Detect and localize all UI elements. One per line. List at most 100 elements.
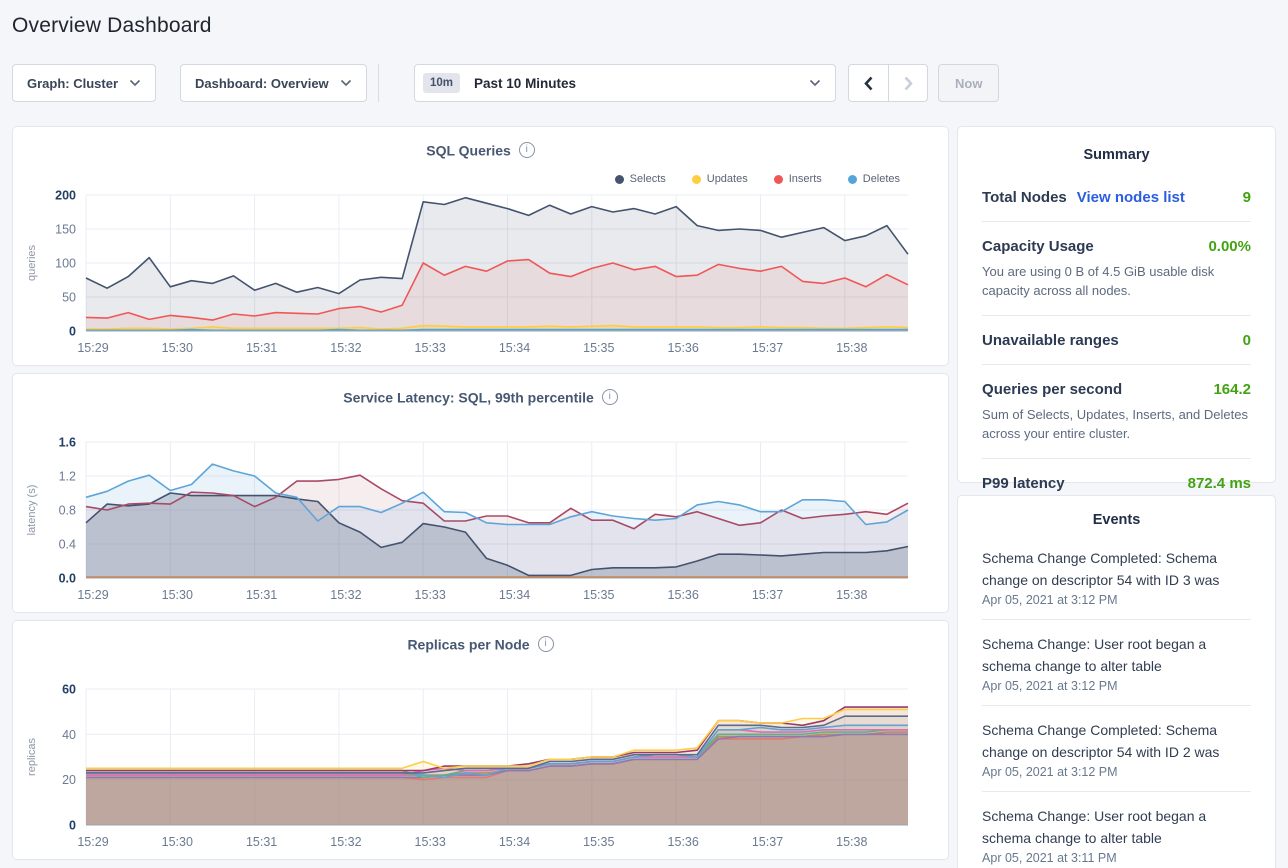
chevron-left-icon xyxy=(864,76,873,91)
x-tick-labels: 15:2915:3015:3115:3215:3315:3415:3515:36… xyxy=(77,341,867,355)
y-tick-labels: 0.00.40.81.21.6 xyxy=(59,436,76,586)
graph-dropdown[interactable]: Graph: Cluster xyxy=(12,64,156,102)
summary-row-value: 872.4 ms xyxy=(1188,475,1251,492)
event-item[interactable]: Schema Change: User root began a schema … xyxy=(982,620,1251,706)
dashboard-dropdown[interactable]: Dashboard: Overview xyxy=(180,64,367,102)
sidebar-column: Summary Total NodesView nodes list9Capac… xyxy=(957,126,1276,868)
chart-replicas-per-node[interactable]: 020406015:2915:3015:3115:3215:3315:3415:… xyxy=(13,677,949,860)
summary-row-label: Total Nodes xyxy=(982,189,1067,206)
svg-text:15:32: 15:32 xyxy=(330,835,361,849)
svg-text:15:32: 15:32 xyxy=(330,588,361,602)
svg-text:100: 100 xyxy=(55,257,76,271)
svg-text:15:31: 15:31 xyxy=(246,341,277,355)
summary-row-value: 164.2 xyxy=(1213,381,1251,398)
summary-row: Queries per second 164.2 Sum of Selects, U… xyxy=(982,365,1251,459)
events-title: Events xyxy=(982,512,1251,528)
event-timestamp: Apr 05, 2021 at 3:12 PM xyxy=(982,679,1251,693)
svg-text:1.2: 1.2 xyxy=(59,470,76,484)
time-range-label: Past 10 Minutes xyxy=(474,76,809,91)
svg-text:15:29: 15:29 xyxy=(77,341,108,355)
summary-row-label: Queries per second xyxy=(982,381,1122,398)
graph-dropdown-label: Graph: Cluster xyxy=(27,76,119,91)
svg-text:0.0: 0.0 xyxy=(59,572,76,586)
events-panel: Events Schema Change Completed: Schema c… xyxy=(957,495,1276,868)
summary-row-description: You are using 0 B of 4.5 GiB usable disk… xyxy=(982,262,1251,300)
svg-text:15:35: 15:35 xyxy=(583,341,614,355)
time-range-badge: 10m xyxy=(423,73,460,93)
chart-header: SQL Queriesi xyxy=(13,141,948,158)
x-tick-labels: 15:2915:3015:3115:3215:3315:3415:3515:36… xyxy=(77,835,867,849)
svg-text:15:33: 15:33 xyxy=(415,835,446,849)
svg-text:15:37: 15:37 xyxy=(752,588,783,602)
svg-text:15:30: 15:30 xyxy=(162,588,193,602)
page-title: Overview Dashboard xyxy=(12,14,1276,38)
summary-row-description: Sum of Selects, Updates, Inserts, and De… xyxy=(982,405,1251,443)
svg-text:15:38: 15:38 xyxy=(836,835,867,849)
svg-text:50: 50 xyxy=(62,291,76,305)
chart-panel-sql-queries: SQL Queriesi SelectsUpdatesInsertsDelete… xyxy=(12,126,949,366)
summary-row-label: P99 latency xyxy=(982,475,1065,492)
view-nodes-list-link[interactable]: View nodes list xyxy=(1077,189,1185,206)
chart-panel-replicas-per-node: Replicas per Nodei 020406015:2915:3015:3… xyxy=(12,620,949,860)
svg-text:1.6: 1.6 xyxy=(59,436,76,450)
time-prev-button[interactable] xyxy=(849,65,888,101)
info-icon[interactable]: i xyxy=(538,636,554,652)
event-list: Schema Change Completed: Schema change o… xyxy=(982,534,1251,868)
chart-canvas: 020406015:2915:3015:3115:3215:3315:3415:… xyxy=(13,677,949,860)
chart-panel-service-latency: Service Latency: SQL, 99th percentilei 0… xyxy=(12,373,949,613)
chart-header: Service Latency: SQL, 99th percentilei xyxy=(13,388,948,405)
svg-text:15:29: 15:29 xyxy=(77,588,108,602)
svg-text:200: 200 xyxy=(55,189,76,203)
svg-text:15:34: 15:34 xyxy=(499,588,530,602)
svg-text:15:35: 15:35 xyxy=(583,588,614,602)
now-button[interactable]: Now xyxy=(938,64,999,102)
svg-text:15:33: 15:33 xyxy=(415,588,446,602)
time-step-buttons xyxy=(848,64,928,102)
toolbar: Graph: Cluster Dashboard: Overview 10m P… xyxy=(12,64,1276,102)
chart-service-latency[interactable]: 0.00.40.81.21.615:2915:3015:3115:3215:33… xyxy=(13,430,949,613)
event-text: Schema Change Completed: Schema change o… xyxy=(982,719,1251,763)
y-tick-labels: 050100150200 xyxy=(55,189,76,339)
y-axis-label: latency (s) xyxy=(26,485,38,536)
chevron-down-icon xyxy=(809,79,821,87)
info-icon[interactable]: i xyxy=(602,389,618,405)
svg-text:0: 0 xyxy=(69,819,76,833)
svg-text:15:30: 15:30 xyxy=(162,341,193,355)
time-next-button[interactable] xyxy=(888,65,927,101)
svg-text:0.8: 0.8 xyxy=(59,504,76,518)
summary-row: Capacity Usage0.00%You are using 0 B of … xyxy=(982,222,1251,316)
svg-text:15:30: 15:30 xyxy=(162,835,193,849)
summary-panel: Summary Total NodesView nodes list9Capac… xyxy=(957,126,1276,483)
svg-text:150: 150 xyxy=(55,223,76,237)
x-tick-labels: 15:2915:3015:3115:3215:3315:3415:3515:36… xyxy=(77,588,867,602)
chevron-right-icon xyxy=(904,76,913,91)
svg-text:15:29: 15:29 xyxy=(77,835,108,849)
svg-text:20: 20 xyxy=(62,773,76,787)
event-item[interactable]: Schema Change Completed: Schema change o… xyxy=(982,706,1251,792)
time-range-selector[interactable]: 10m Past 10 Minutes xyxy=(414,64,836,102)
y-axis-label: queries xyxy=(26,244,38,281)
series-line-Deletes xyxy=(86,330,908,331)
svg-text:15:37: 15:37 xyxy=(752,835,783,849)
summary-row-label: Capacity Usage xyxy=(982,238,1094,255)
svg-text:15:38: 15:38 xyxy=(836,341,867,355)
svg-text:15:34: 15:34 xyxy=(499,341,530,355)
event-text: Schema Change: User root began a schema … xyxy=(982,633,1251,677)
summary-row: Unavailable ranges 0 xyxy=(982,316,1251,365)
chevron-down-icon xyxy=(129,79,141,87)
chart-sql-queries[interactable]: 05010015020015:2915:3015:3115:3215:3315:… xyxy=(13,183,949,366)
svg-text:40: 40 xyxy=(62,728,76,742)
main-content: SQL Queriesi SelectsUpdatesInsertsDelete… xyxy=(12,126,1276,868)
chart-title: Replicas per Node xyxy=(407,636,529,652)
info-icon[interactable]: i xyxy=(519,142,535,158)
event-item[interactable]: Schema Change: User root began a schema … xyxy=(982,792,1251,868)
svg-text:15:34: 15:34 xyxy=(499,835,530,849)
svg-text:15:36: 15:36 xyxy=(668,341,699,355)
toolbar-divider xyxy=(378,64,379,102)
charts-column: SQL Queriesi SelectsUpdatesInsertsDelete… xyxy=(12,126,949,860)
dashboard-dropdown-label: Dashboard: Overview xyxy=(195,76,330,91)
summary-row-value: 0 xyxy=(1243,332,1251,349)
summary-row-label: Unavailable ranges xyxy=(982,332,1119,349)
chart-canvas: 05010015020015:2915:3015:3115:3215:3315:… xyxy=(13,183,949,366)
event-item[interactable]: Schema Change Completed: Schema change o… xyxy=(982,534,1251,620)
